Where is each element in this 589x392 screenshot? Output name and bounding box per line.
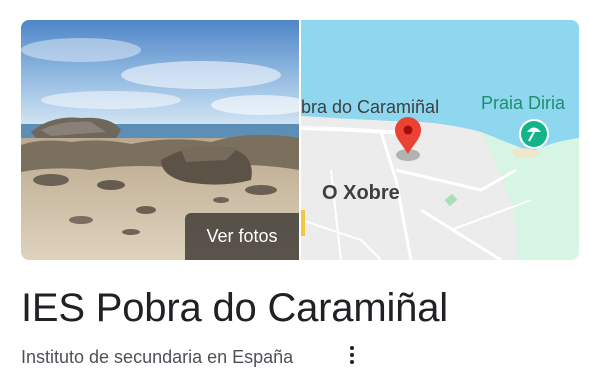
place-category: Instituto de secundaria en España	[21, 347, 294, 367]
location-pin-icon[interactable]	[395, 117, 421, 161]
location-map[interactable]: bra do Caramiñal Praia Diria O Xobre	[301, 20, 579, 260]
map-image: bra do Caramiñal Praia Diria O Xobre	[301, 20, 579, 260]
view-photos-button[interactable]: Ver fotos	[185, 213, 299, 260]
map-street-label: bra do Caramiñal	[301, 97, 439, 117]
map-place-label: O Xobre	[322, 182, 400, 204]
place-photo[interactable]: Ver fotos	[21, 20, 299, 260]
place-title: IES Pobra do Caramiñal	[21, 286, 448, 330]
map-beach-label: Praia Diria	[481, 93, 566, 113]
beach-marker-icon[interactable]	[519, 119, 549, 149]
more-options-icon[interactable]	[343, 343, 361, 367]
